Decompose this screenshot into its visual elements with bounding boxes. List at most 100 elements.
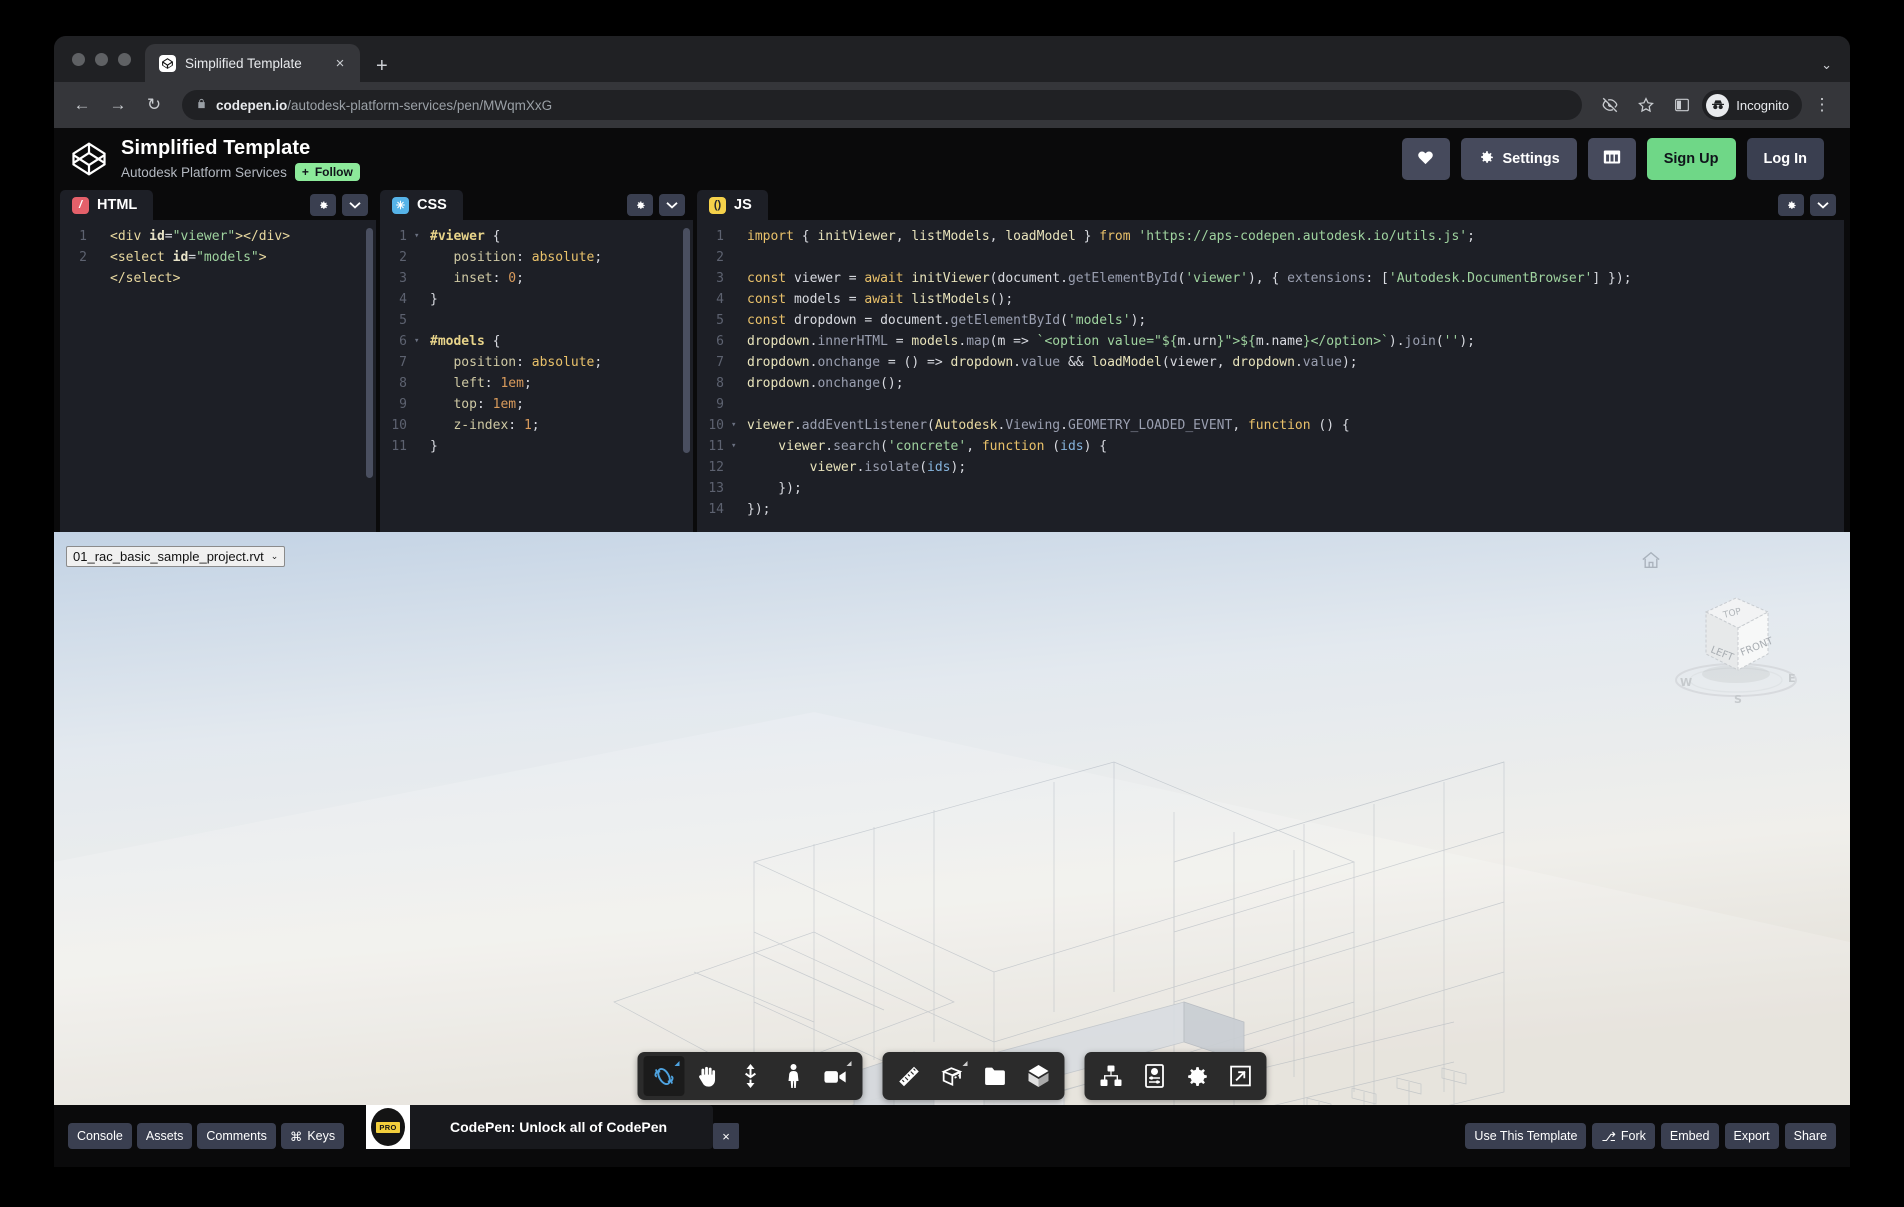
fold-toggle-icon	[731, 394, 740, 415]
heart-icon	[1416, 148, 1435, 171]
tab-css[interactable]: ✳ CSS	[380, 190, 463, 220]
model-structure-tool-button[interactable]	[1018, 1056, 1059, 1096]
star-icon[interactable]	[1630, 89, 1662, 121]
css-collapse-chevron-down-icon[interactable]	[659, 194, 685, 216]
address-bar[interactable]: codepen.io/autodesk-platform-services/pe…	[182, 90, 1582, 120]
embed-label: Embed	[1670, 1129, 1710, 1143]
fold-toggle-icon[interactable]: ▾	[731, 436, 740, 457]
settings-label: Settings	[1503, 151, 1560, 167]
export-button[interactable]: Export	[1725, 1123, 1779, 1149]
orbit-tool-button[interactable]	[644, 1056, 685, 1096]
share-button[interactable]: Share	[1785, 1123, 1836, 1149]
incognito-profile-chip[interactable]: Incognito	[1702, 90, 1802, 120]
properties-tool-button[interactable]	[1134, 1056, 1175, 1096]
keys-button[interactable]: ⌘ Keys	[281, 1123, 344, 1149]
layout-button[interactable]	[1588, 138, 1636, 180]
model-select[interactable]: 01_rac_basic_sample_project.rvt ⌄	[66, 546, 285, 567]
line-number: 10	[697, 415, 731, 436]
console-button[interactable]: Console	[68, 1123, 132, 1149]
fold-toggle-icon[interactable]: ▾	[414, 226, 423, 247]
css-code-area[interactable]: 1▾#viewer {2 position: absolute;3 inset:…	[380, 220, 693, 532]
code-text: position: absolute;	[423, 247, 602, 268]
html-collapse-chevron-down-icon[interactable]	[342, 194, 368, 216]
love-button[interactable]	[1402, 138, 1450, 180]
tab-js[interactable]: () JS	[697, 190, 768, 220]
tab-html[interactable]: / HTML	[60, 190, 153, 220]
code-text: inset: 0;	[423, 268, 524, 289]
browser-toolbar-actions: Incognito ⋮	[1594, 89, 1838, 121]
settings-button[interactable]: Settings	[1461, 138, 1577, 180]
autodesk-viewer[interactable]: 01_rac_basic_sample_project.rvt ⌄ W E S	[54, 532, 1850, 1127]
pen-author: Autodesk Platform Services	[121, 165, 287, 180]
code-line: 5	[380, 310, 693, 331]
fold-toggle-icon[interactable]: ▾	[731, 415, 740, 436]
assets-button[interactable]: Assets	[137, 1123, 193, 1149]
codepen-logo-icon[interactable]	[70, 140, 108, 178]
fold-toggle-icon	[731, 331, 740, 352]
window-controls[interactable]	[64, 36, 145, 82]
code-text: viewer.addEventListener(Autodesk.Viewing…	[740, 415, 1350, 436]
fold-toggle-icon[interactable]: ▾	[414, 331, 423, 352]
section-tool-button[interactable]	[932, 1056, 973, 1096]
forward-icon[interactable]: →	[102, 89, 134, 121]
comments-label: Comments	[206, 1129, 266, 1143]
html-settings-gear-icon[interactable]	[310, 194, 336, 216]
pro-promo-banner[interactable]: PRO CodePen: Unlock all of CodePen ×	[366, 1105, 713, 1149]
html-pane-label: HTML	[97, 197, 137, 213]
fork-icon: ⎇	[1601, 1129, 1615, 1144]
fullscreen-tool-button[interactable]	[1220, 1056, 1261, 1096]
back-icon[interactable]: ←	[66, 89, 98, 121]
line-number: 7	[697, 352, 731, 373]
html-scrollbar[interactable]	[366, 228, 373, 526]
css-settings-gear-icon[interactable]	[627, 194, 653, 216]
js-settings-gear-icon[interactable]	[1778, 194, 1804, 216]
close-tab-icon[interactable]: ×	[330, 56, 350, 71]
footer-left-actions: Console Assets Comments ⌘ Keys	[68, 1123, 349, 1149]
line-number: 8	[380, 373, 414, 394]
tab-search-chevron-down-icon[interactable]: ⌄	[1821, 57, 1832, 73]
css-scrollbar[interactable]	[683, 228, 690, 526]
first-person-tool-button[interactable]	[773, 1056, 814, 1096]
line-number: 14	[697, 499, 731, 520]
line-number: 12	[697, 457, 731, 478]
viewer-settings-tool-button[interactable]	[1177, 1056, 1218, 1096]
view-cube[interactable]: W E S TOP LEFT FRONT	[1666, 582, 1806, 712]
close-window-dot[interactable]	[72, 53, 85, 66]
code-text: import { initViewer, listModels, loadMod…	[740, 226, 1475, 247]
side-panel-icon[interactable]	[1666, 89, 1698, 121]
explode-tool-button[interactable]	[975, 1056, 1016, 1096]
camera-tool-button[interactable]	[816, 1056, 857, 1096]
line-number: 5	[697, 310, 731, 331]
login-button[interactable]: Log In	[1747, 138, 1825, 180]
comments-button[interactable]: Comments	[197, 1123, 275, 1149]
code-text: position: absolute;	[423, 352, 602, 373]
embed-button[interactable]: Embed	[1661, 1123, 1719, 1149]
new-tab-icon[interactable]: +	[376, 56, 388, 76]
signup-button[interactable]: Sign Up	[1647, 138, 1736, 180]
reload-icon[interactable]: ↻	[138, 89, 170, 121]
js-collapse-chevron-down-icon[interactable]	[1810, 194, 1836, 216]
code-line: 3const viewer = await initViewer(documen…	[697, 268, 1844, 289]
codepen-favicon-icon	[159, 55, 176, 72]
eye-off-icon[interactable]	[1594, 89, 1626, 121]
maximize-window-dot[interactable]	[118, 53, 131, 66]
profile-label: Incognito	[1736, 98, 1789, 113]
code-line: </select>	[60, 268, 376, 289]
fold-toggle-icon	[731, 352, 740, 373]
fold-toggle-icon	[731, 373, 740, 394]
model-browser-tool-button[interactable]	[1091, 1056, 1132, 1096]
follow-button[interactable]: + Follow	[295, 163, 360, 181]
fork-button[interactable]: ⎇ Fork	[1592, 1123, 1654, 1149]
browser-tab[interactable]: Simplified Template ×	[145, 44, 360, 82]
home-icon[interactable]	[1640, 550, 1662, 575]
html-code-area[interactable]: 1<div id="viewer"></div>2<select id="mod…	[60, 220, 376, 532]
zoom-tool-button[interactable]	[730, 1056, 771, 1096]
close-promo-icon[interactable]: ×	[713, 1123, 739, 1149]
measure-tool-button[interactable]	[889, 1056, 930, 1096]
export-label: Export	[1734, 1129, 1770, 1143]
minimize-window-dot[interactable]	[95, 53, 108, 66]
use-this-template-button[interactable]: Use This Template	[1465, 1123, 1586, 1149]
browser-menu-icon[interactable]: ⋮	[1806, 89, 1838, 121]
pan-tool-button[interactable]	[687, 1056, 728, 1096]
js-code-area[interactable]: 1import { initViewer, listModels, loadMo…	[697, 220, 1844, 532]
